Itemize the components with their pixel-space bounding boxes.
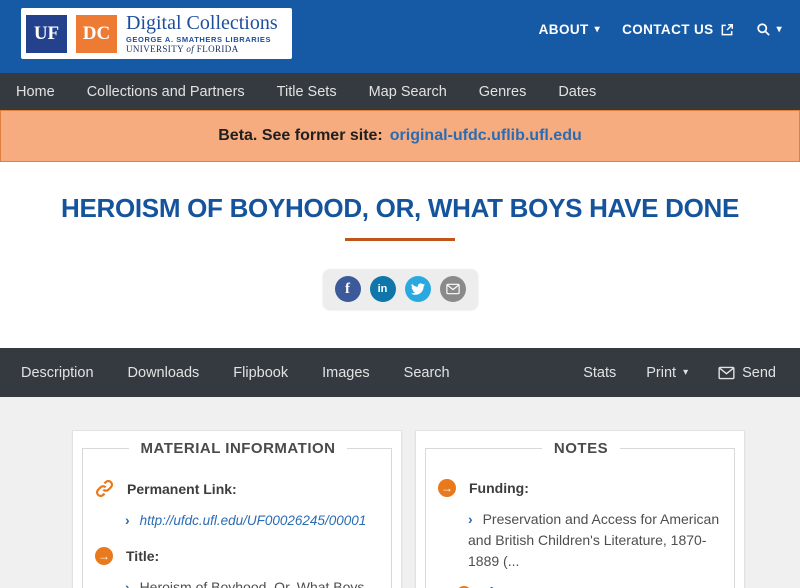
tab-flipbook[interactable]: Flipbook — [216, 365, 305, 381]
title-label-row: → Title: — [95, 547, 381, 566]
arrow-circle-icon: → — [95, 547, 113, 566]
facebook-share-icon[interactable]: f — [334, 276, 361, 302]
envelope-icon — [718, 366, 735, 379]
material-information-heading: MATERIAL INFORMATION — [140, 440, 336, 457]
title-value-row: › Heroism of Boyhood, Or, What Boys Have… — [125, 577, 381, 588]
permanent-link[interactable]: http://ufdc.ufl.edu/UF00026245/00001 — [140, 513, 367, 528]
material-information-card: MATERIAL INFORMATION Permanent Link: › h… — [72, 430, 402, 588]
chevron-right-icon: › — [125, 512, 130, 528]
envelope-icon — [445, 283, 460, 295]
nav-collections-and-partners[interactable]: Collections and Partners — [71, 84, 261, 100]
stats-button[interactable]: Stats — [583, 365, 616, 381]
chevron-right-icon: › — [125, 579, 130, 588]
header-nav: ABOUT ▾ CONTACT US ▾ — [539, 22, 782, 37]
funding-value: Preservation and Access for American and… — [468, 511, 720, 569]
page-title: HEROISM OF BOYHOOD, OR, WHAT BOYS HAVE D… — [60, 193, 740, 223]
arrow-circle-icon: → — [438, 479, 456, 497]
chevron-down-icon: ▾ — [776, 23, 782, 35]
nav-title-sets[interactable]: Title Sets — [261, 84, 353, 100]
notes-heading: NOTES — [553, 440, 609, 457]
beta-banner: Beta. See former site: original-ufdc.ufl… — [0, 110, 800, 162]
uf-logo-tile: UF — [26, 14, 67, 53]
beta-text: Beta. See former site: — [218, 127, 383, 144]
send-button[interactable]: Send — [718, 365, 776, 381]
chevron-down-icon: ▾ — [683, 366, 689, 378]
search-menu[interactable]: ▾ — [756, 22, 782, 37]
permanent-link-value-row: › http://ufdc.ufl.edu/UF00026245/00001 — [125, 510, 381, 531]
nav-dates[interactable]: Dates — [542, 84, 612, 100]
nav-home[interactable]: Home — [0, 84, 71, 100]
contact-us-link[interactable]: CONTACT US — [622, 22, 734, 37]
nav-genres[interactable]: Genres — [463, 84, 543, 100]
link-icon — [95, 479, 114, 498]
tab-images[interactable]: Images — [305, 365, 387, 381]
tab-search[interactable]: Search — [387, 365, 467, 381]
chevron-right-icon: › — [468, 511, 473, 527]
social-share-bar: f in — [322, 269, 478, 309]
permanent-link-label-row: Permanent Link: — [95, 479, 381, 498]
permanent-link-label: Permanent Link: — [127, 480, 237, 497]
former-site-link[interactable]: original-ufdc.uflib.ufl.edu — [390, 127, 582, 145]
twitter-share-icon[interactable] — [404, 276, 431, 302]
funding-label: Funding: — [469, 480, 529, 496]
twitter-bird-icon — [410, 283, 425, 295]
linkedin-share-icon[interactable]: in — [369, 276, 396, 302]
about-menu[interactable]: ABOUT ▾ — [539, 22, 600, 37]
nav-map-search[interactable]: Map Search — [353, 84, 463, 100]
content-area: MATERIAL INFORMATION Permanent Link: › h… — [0, 397, 800, 588]
funding-label-row: → Funding: — [438, 479, 724, 497]
dc-logo-tile: DC — [76, 14, 117, 53]
external-link-icon — [721, 23, 733, 35]
brand-org: GEORGE A. SMATHERS LIBRARIES — [126, 35, 272, 44]
title-label: Title: — [126, 548, 160, 565]
brand-name: Digital Collections — [126, 12, 278, 34]
funding-value-row: › Preservation and Access for American a… — [468, 509, 724, 572]
email-share-icon[interactable] — [439, 276, 466, 302]
title-value: Heroism of Boyhood, Or, What Boys Have D… — [139, 579, 365, 588]
print-menu[interactable]: Print ▾ — [646, 365, 688, 381]
brand-text: Digital Collections GEORGE A. SMATHERS L… — [126, 13, 278, 54]
item-nav: Description Downloads Flipbook Images Se… — [0, 348, 800, 397]
main-nav: Home Collections and Partners Title Sets… — [0, 73, 800, 110]
site-logo[interactable]: UF DC Digital Collections GEORGE A. SMAT… — [21, 8, 292, 60]
chevron-down-icon: ▾ — [594, 23, 601, 35]
notes-card: NOTES → Funding: › Preservation and Acce… — [415, 430, 745, 588]
brand-university: UNIVERSITY of FLORIDA — [126, 43, 239, 54]
tab-description[interactable]: Description — [4, 365, 111, 381]
site-header: UF DC Digital Collections GEORGE A. SMAT… — [0, 0, 800, 73]
search-icon — [756, 23, 770, 36]
tab-downloads[interactable]: Downloads — [111, 365, 217, 381]
title-zone: HEROISM OF BOYHOOD, OR, WHAT BOYS HAVE D… — [0, 162, 800, 348]
